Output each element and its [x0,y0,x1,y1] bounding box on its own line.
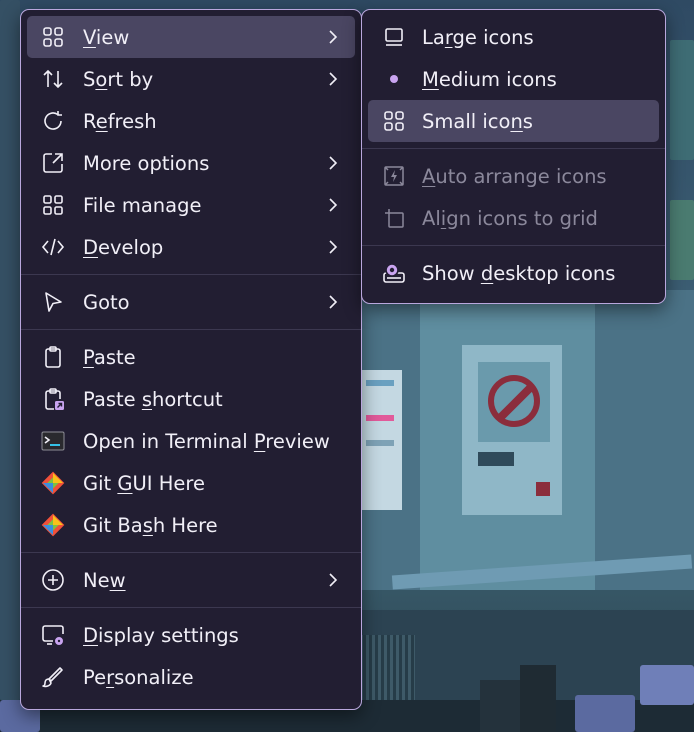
bullet-icon [382,67,406,91]
sort-icon [41,67,65,91]
apps-icon [41,193,65,217]
git-icon [41,513,65,537]
menu-item-open-terminal-preview[interactable]: Open in Terminal Preview [27,420,355,462]
menu-item-label: Git GUI Here [83,471,205,495]
menu-item-view[interactable]: View [27,16,355,58]
menu-item-label: Large icons [422,25,534,49]
menu-item-label: More options [83,151,210,175]
menu-item-label: Paste [83,345,136,369]
chevron-right-icon [325,197,341,213]
menu-item-label: Personalize [83,665,194,689]
align-grid-icon [382,206,406,230]
menu-item-label: Auto arrange icons [422,164,607,188]
clipboard-shortcut-icon [41,387,65,411]
chevron-right-icon [325,239,341,255]
auto-arrange-icon [382,164,406,188]
chevron-right-icon [325,572,341,588]
menu-item-label: Git Bash Here [83,513,218,537]
menu-item-label: Paste shortcut [83,387,223,411]
menu-item-label: Refresh [83,109,157,133]
menu-item-personalize[interactable]: Personalize [27,656,355,698]
menu-item-sort-by[interactable]: Sort by [27,58,355,100]
menu-item-label: Develop [83,235,164,259]
menu-separator [362,148,665,149]
submenu-item-medium-icons[interactable]: Medium icons [368,58,659,100]
menu-item-refresh[interactable]: Refresh [27,100,355,142]
menu-item-label: Open in Terminal Preview [83,429,330,453]
menu-item-label: Display settings [83,623,239,647]
menu-item-paste-shortcut[interactable]: Paste shortcut [27,378,355,420]
menu-separator [21,329,361,330]
menu-item-file-manage[interactable]: File manage [27,184,355,226]
submenu-item-show-desktop-icons[interactable]: Show desktop icons [368,252,659,294]
menu-item-label: Small icons [422,109,533,133]
grid-icon [41,25,65,49]
refresh-icon [41,109,65,133]
menu-item-label: File manage [83,193,202,217]
view-submenu: Large icons Medium icons Small icons Aut… [361,9,666,304]
menu-item-goto[interactable]: Goto [27,281,355,323]
desktop-context-menu: View Sort by Refresh More options File m… [20,9,362,710]
menu-separator [362,245,665,246]
terminal-icon [41,429,65,453]
code-icon [41,235,65,259]
git-icon [41,471,65,495]
menu-item-label: Sort by [83,67,154,91]
brush-icon [41,665,65,689]
menu-item-develop[interactable]: Develop [27,226,355,268]
menu-item-label: Align icons to grid [422,206,598,230]
show-desktop-icon [382,261,406,285]
menu-item-more-options[interactable]: More options [27,142,355,184]
menu-item-label: Medium icons [422,67,557,91]
chevron-right-icon [325,71,341,87]
menu-separator [21,274,361,275]
menu-item-display-settings[interactable]: Display settings [27,614,355,656]
menu-item-paste[interactable]: Paste [27,336,355,378]
grid-icon [382,109,406,133]
submenu-item-small-icons[interactable]: Small icons [368,100,659,142]
menu-item-label: Goto [83,290,130,314]
submenu-item-align-grid[interactable]: Align icons to grid [368,197,659,239]
menu-separator [21,552,361,553]
chevron-right-icon [325,155,341,171]
chevron-right-icon [325,29,341,45]
chevron-right-icon [325,294,341,310]
menu-item-git-bash[interactable]: Git Bash Here [27,504,355,546]
cursor-icon [41,290,65,314]
submenu-item-large-icons[interactable]: Large icons [368,16,659,58]
menu-item-new[interactable]: New [27,559,355,601]
menu-separator [21,607,361,608]
submenu-item-auto-arrange[interactable]: Auto arrange icons [368,155,659,197]
display-settings-icon [41,623,65,647]
plus-circle-icon [41,568,65,592]
menu-item-label: View [83,25,130,49]
external-icon [41,151,65,175]
menu-item-label: Show desktop icons [422,261,616,285]
monitor-icon [382,25,406,49]
menu-item-git-gui[interactable]: Git GUI Here [27,462,355,504]
menu-item-label: New [83,568,126,592]
clipboard-icon [41,345,65,369]
